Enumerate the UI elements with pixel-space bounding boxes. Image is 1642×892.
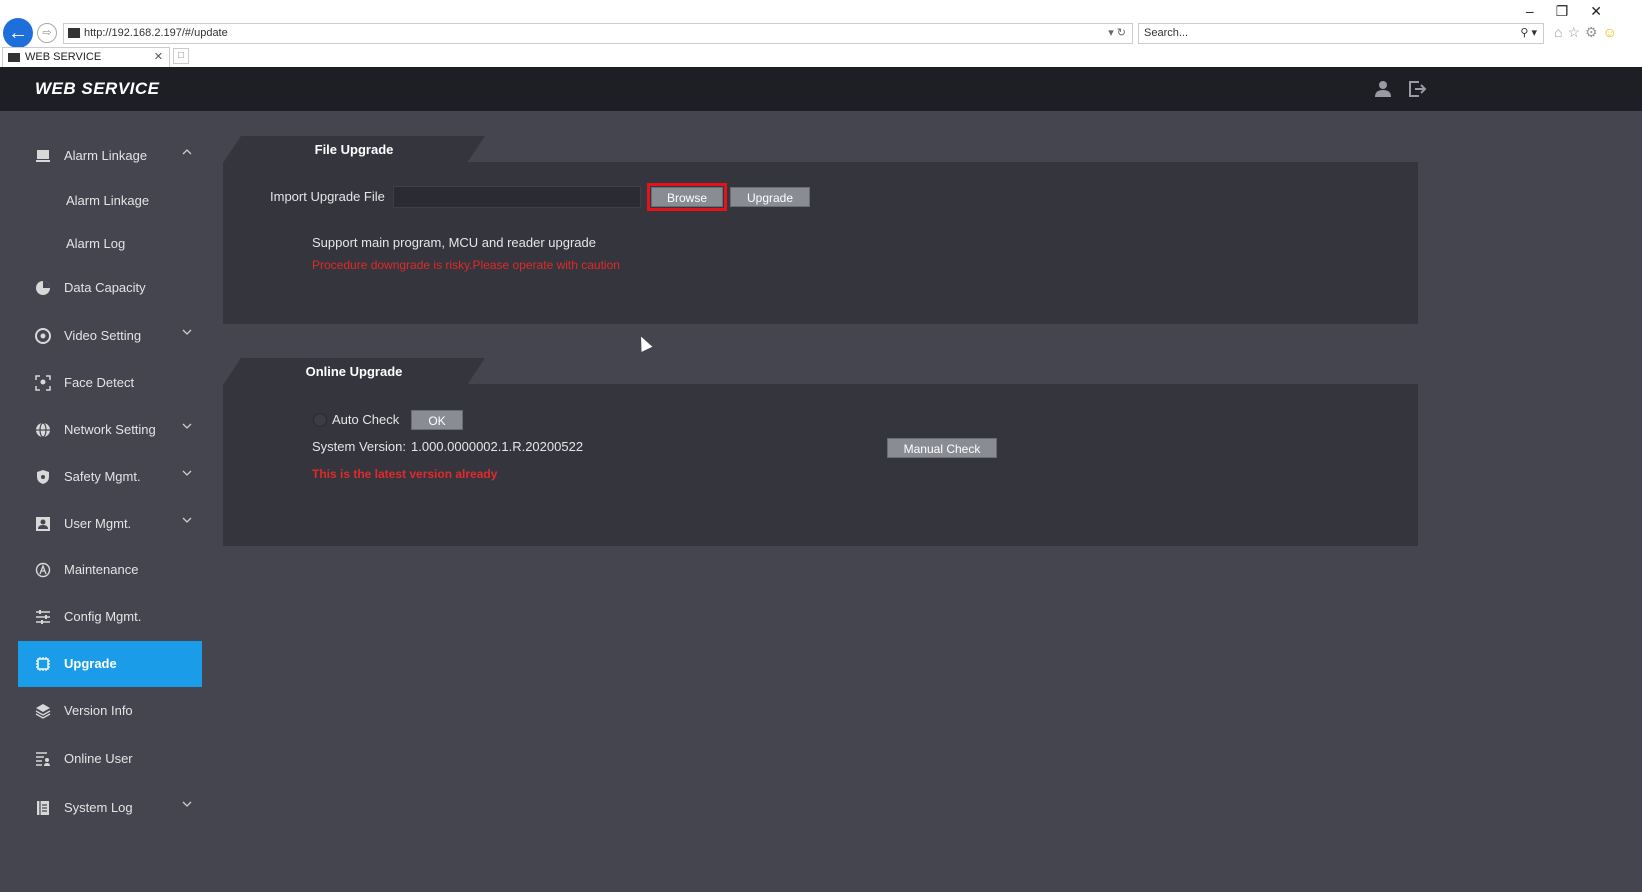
log-icon (37, 801, 49, 815)
sidebar-item-face-detect[interactable]: Face Detect (18, 360, 202, 406)
sidebar-item-label: Online User (64, 751, 133, 766)
sidebar-item-alarm-linkage[interactable]: Alarm Linkage (18, 133, 202, 179)
app-header: WEB SERVICE (0, 67, 1642, 111)
sidebar-item-video-setting[interactable]: Video Setting (18, 313, 202, 359)
import-upgrade-label: Import Upgrade File (270, 189, 385, 204)
search-icon[interactable]: ⚲ ▾ (1520, 24, 1537, 43)
browser-toolbar: ← ⇨ http://192.168.2.197/#/update ▾ ↻ Se… (0, 0, 1642, 67)
sidebar-item-label: Upgrade (64, 656, 117, 671)
url-text: http://192.168.2.197/#/update (84, 27, 228, 39)
sidebar-item-label: Video Setting (64, 328, 142, 343)
sidebar-item-label: Data Capacity (64, 280, 146, 295)
sidebar-item-label: Safety Mgmt. (64, 469, 141, 484)
tab-favicon-icon (8, 53, 20, 62)
sidebar-item-alarm-log[interactable]: Alarm Log (18, 221, 202, 267)
chevron-down-icon (182, 801, 192, 807)
sidebar-item-label: Network Setting (64, 422, 156, 437)
search-placeholder: Search... (1144, 27, 1189, 39)
refresh-icon[interactable]: ▾ ↻ (1108, 24, 1126, 43)
online-upgrade-panel: Online Upgrade Auto Check OK System Vers… (223, 358, 1418, 548)
logout-icon[interactable] (1407, 79, 1427, 99)
sidebar-item-label: Maintenance (64, 562, 139, 577)
sidebar-item-version-info[interactable]: Version Info (18, 688, 202, 734)
face-detect-icon (35, 375, 51, 391)
sidebar-item-label: Alarm Linkage (64, 148, 148, 163)
chip-icon (36, 657, 50, 671)
sidebar-item-maintenance[interactable]: Maintenance (18, 547, 202, 593)
layers-icon (35, 704, 51, 719)
chevron-up-icon (182, 149, 192, 155)
auto-check-label: Auto Check (332, 412, 400, 427)
alarm-icon (36, 150, 50, 162)
sidebar-item-config-mgmt[interactable]: Config Mgmt. (18, 594, 202, 640)
mouse-cursor-icon (635, 334, 653, 352)
window-controls[interactable]: –❐✕ (1526, 3, 1624, 20)
browser-search-input[interactable]: Search... ⚲ ▾ (1138, 23, 1544, 44)
main-area: Alarm Linkage Alarm Linkage Alarm Log Da… (0, 111, 1642, 892)
upgrade-file-input[interactable] (393, 186, 641, 208)
globe-icon (36, 422, 50, 438)
file-upgrade-body: Import Upgrade File Browse Upgrade Suppo… (223, 162, 1418, 324)
sidebar-item-label: Alarm Linkage (66, 193, 150, 208)
online-upgrade-body: Auto Check OK System Version: 1.000.0000… (223, 384, 1418, 546)
sidebar-item-label: Config Mgmt. (64, 609, 142, 624)
version-status-text: This is the latest version already (312, 467, 498, 481)
sidebar-item-label: User Mgmt. (64, 516, 132, 531)
app-title: WEB SERVICE (35, 79, 160, 98)
auto-check-checkbox[interactable] (313, 413, 327, 427)
sidebar-item-data-capacity[interactable]: Data Capacity (18, 265, 202, 311)
online-upgrade-tab: Online Upgrade (223, 358, 485, 385)
close-tab-icon[interactable]: ✕ (154, 48, 163, 67)
chevron-down-icon (182, 517, 192, 523)
browse-button[interactable]: Browse (647, 183, 727, 211)
forward-button[interactable]: ⇨ (37, 23, 57, 43)
shield-icon (37, 470, 49, 484)
browser-tab[interactable]: WEB SERVICE ✕ (2, 47, 170, 67)
sliders-icon (36, 610, 50, 624)
new-tab-button[interactable]: □ (173, 48, 189, 64)
address-bar[interactable]: http://192.168.2.197/#/update ▾ ↻ (63, 23, 1133, 44)
file-upgrade-panel: File Upgrade Import Upgrade File Browse … (223, 136, 1418, 326)
sidebar-item-upgrade[interactable]: Upgrade (18, 641, 202, 687)
sidebar-item-label: Face Detect (64, 375, 135, 390)
back-button[interactable]: ← (3, 18, 33, 48)
chevron-down-icon (182, 470, 192, 476)
tab-title: WEB SERVICE (25, 51, 102, 63)
sidebar-item-system-log[interactable]: System Log (18, 785, 202, 831)
pie-chart-icon (36, 281, 50, 295)
browser-tool-icons[interactable]: ⌂☆⚙☺ (1554, 24, 1622, 41)
sidebar-item-label: Version Info (64, 703, 133, 718)
sidebar-item-user-mgmt[interactable]: User Mgmt. (18, 501, 202, 547)
user-icon[interactable] (1373, 79, 1393, 99)
panel-title: File Upgrade (314, 142, 394, 157)
manual-check-button[interactable]: Manual Check (887, 438, 997, 458)
ok-button[interactable]: OK (411, 410, 463, 430)
site-icon (68, 28, 80, 38)
system-version-label: System Version: (312, 439, 406, 454)
chevron-down-icon (182, 423, 192, 429)
video-icon (35, 328, 51, 344)
sidebar-item-label: Alarm Log (66, 236, 126, 251)
upgrade-button[interactable]: Upgrade (730, 187, 810, 207)
sidebar-item-safety-mgmt[interactable]: Safety Mgmt. (18, 454, 202, 500)
file-upgrade-tab: File Upgrade (223, 136, 485, 163)
downgrade-warning: Procedure downgrade is risky.Please oper… (312, 258, 620, 272)
maintenance-icon (35, 562, 51, 578)
panel-title: Online Upgrade (305, 364, 403, 379)
sidebar-item-network-setting[interactable]: Network Setting (18, 407, 202, 453)
chevron-down-icon (182, 329, 192, 335)
sidebar: Alarm Linkage Alarm Linkage Alarm Log Da… (0, 111, 210, 892)
support-text: Support main program, MCU and reader upg… (312, 235, 596, 250)
sidebar-item-label: System Log (64, 800, 133, 815)
sidebar-item-alarm-linkage-sub[interactable]: Alarm Linkage (18, 178, 202, 224)
user-card-icon (36, 517, 50, 531)
sidebar-item-online-user[interactable]: Online User (18, 736, 202, 782)
online-user-icon (36, 752, 50, 766)
system-version-value: 1.000.0000002.1.R.20200522 (411, 439, 584, 454)
